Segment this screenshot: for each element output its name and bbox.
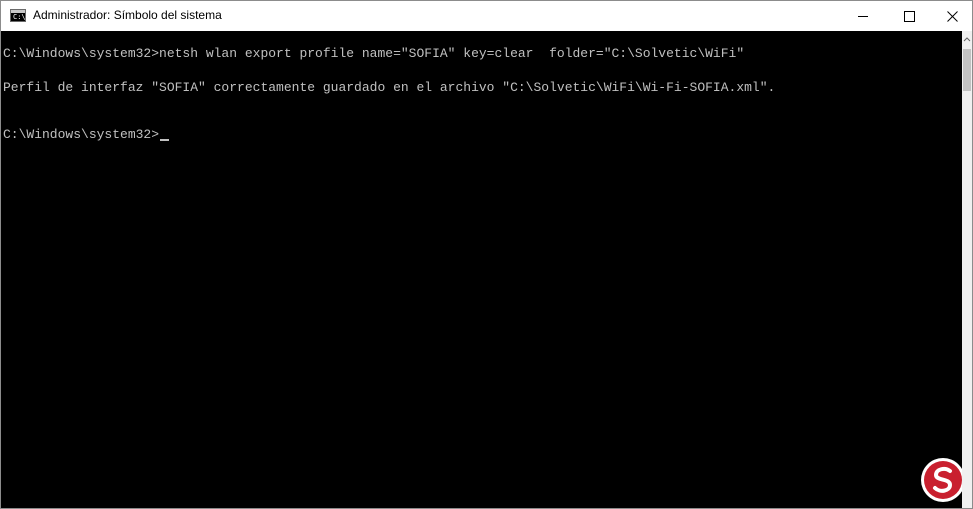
cmd-icon-glyph: C:\ [13, 13, 26, 21]
cmd-icon[interactable]: C:\ [10, 9, 26, 22]
close-button[interactable] [933, 1, 972, 31]
console-line-prompt: C:\Windows\system32> [3, 127, 170, 143]
vertical-scrollbar[interactable] [962, 31, 972, 508]
solvetic-logo-icon [921, 458, 962, 502]
window-title: Administrador: Símbolo del sistema [33, 8, 222, 22]
maximize-button[interactable] [887, 1, 933, 31]
scroll-up-arrow-icon[interactable] [963, 35, 971, 45]
close-icon [947, 11, 958, 22]
console-output[interactable]: C:\Windows\system32>netsh wlan export pr… [1, 31, 962, 508]
maximize-icon [904, 11, 915, 22]
minimize-icon [858, 16, 868, 17]
console-line-command: C:\Windows\system32>netsh wlan export pr… [3, 46, 745, 61]
cmd-window: C:\ Administrador: Símbolo del sistema C… [0, 0, 973, 509]
minimize-button[interactable] [841, 1, 887, 31]
prompt-text: C:\Windows\system32> [3, 127, 160, 142]
console-line-result: Perfil de interfaz "SOFIA" correctamente… [3, 80, 776, 95]
text-cursor [160, 139, 170, 141]
title-bar[interactable]: C:\ Administrador: Símbolo del sistema [1, 1, 972, 31]
scrollbar-thumb[interactable] [963, 49, 971, 91]
